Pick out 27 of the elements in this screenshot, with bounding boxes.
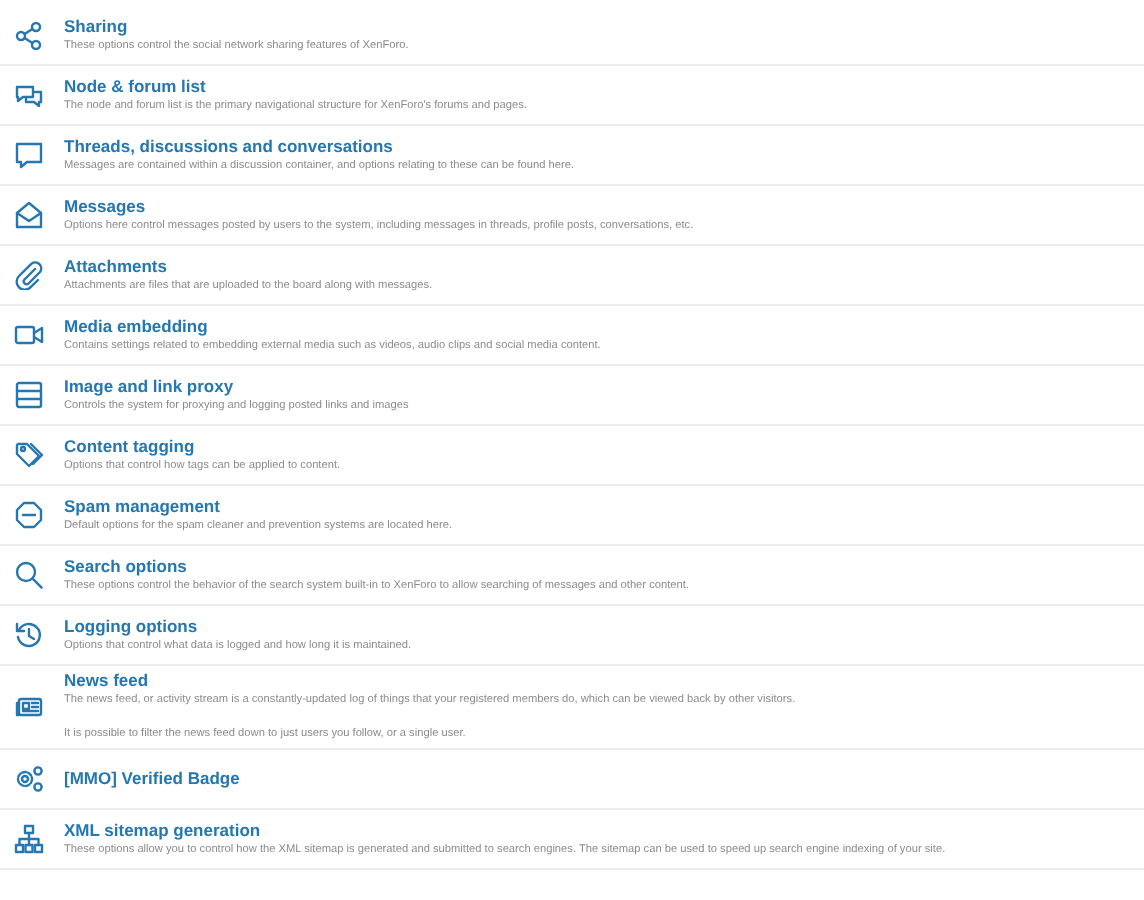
paperclip-icon — [14, 260, 44, 290]
envelope-icon — [14, 200, 44, 230]
option-link[interactable]: Content tagging — [64, 435, 341, 457]
option-link[interactable]: [MMO] Verified Badge — [64, 768, 240, 790]
option-link[interactable]: Search options — [64, 555, 689, 577]
video-camera-icon — [14, 320, 44, 350]
option-link[interactable]: Node & forum list — [64, 75, 527, 97]
option-link[interactable]: Messages — [64, 195, 694, 217]
option-link[interactable]: Logging options — [64, 615, 412, 637]
speech-bubbles-icon — [14, 80, 44, 110]
option-link[interactable]: News feed — [64, 670, 796, 692]
option-link[interactable]: Threads, discussions and conversations — [64, 135, 574, 157]
option-link[interactable]: XML sitemap generation — [64, 819, 946, 841]
server-icon — [14, 380, 44, 410]
share-icon — [14, 20, 44, 50]
search-icon — [14, 560, 44, 590]
option-link[interactable]: Media embedding — [64, 315, 601, 337]
option-link[interactable]: Attachments — [64, 255, 433, 277]
sitemap-icon — [14, 824, 44, 854]
option-link[interactable]: Image and link proxy — [64, 375, 409, 397]
option-link[interactable]: Spam management — [64, 495, 453, 517]
minus-octagon-icon — [14, 500, 44, 530]
tags-icon — [14, 440, 44, 470]
newspaper-icon — [14, 692, 44, 722]
option-link[interactable]: Sharing — [64, 15, 409, 37]
speech-bubble-icon — [14, 140, 44, 170]
history-icon — [14, 620, 44, 650]
